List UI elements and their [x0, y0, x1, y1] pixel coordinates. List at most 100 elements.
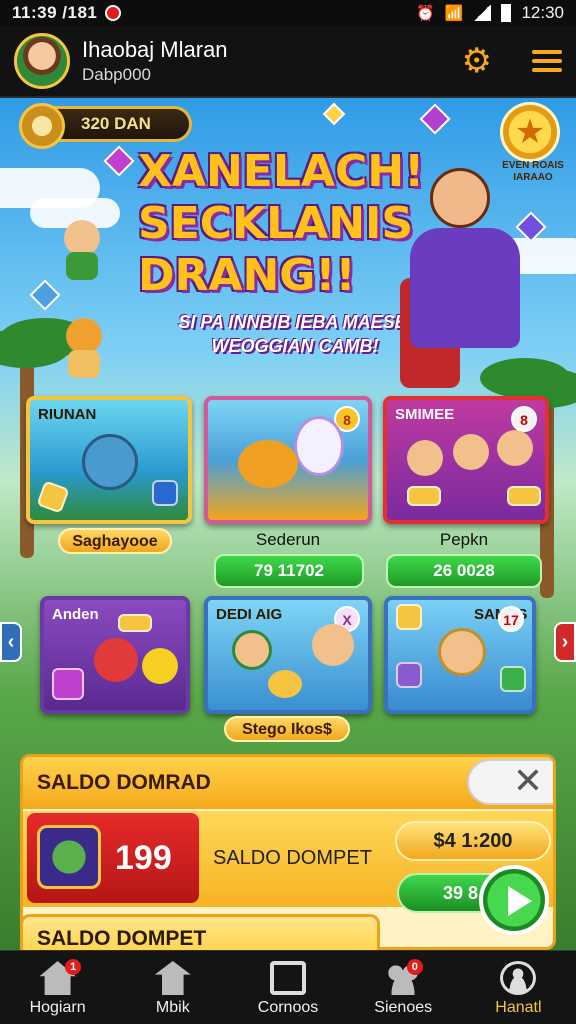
header-actions: ⚙ [462, 44, 562, 78]
wallet-avatar-icon [37, 825, 101, 889]
game-card-title: SMIMEE [395, 406, 455, 423]
status-bar: 11:39 /181 ⏰ 📶 12:30 [0, 0, 576, 26]
wallet-panel-secondary: SALDO DOMPET [20, 914, 380, 950]
wallet-count: 199 [115, 839, 172, 877]
bottom-nav: 1 Hogiarn Mbik Cornoos 0 Sienoes Hanatl [0, 950, 576, 1024]
game-card-badge: 17 [498, 606, 524, 632]
battery-icon [501, 4, 512, 22]
user-info: Ihaobaj Mlaran Dabp000 [82, 37, 228, 85]
clown-character [94, 638, 138, 682]
game-card-badge: 8 [511, 406, 537, 432]
kid-character [407, 440, 443, 476]
gem-icon [103, 145, 135, 177]
banner-title-line2: SECKLANIS [138, 198, 414, 249]
wallet-label: SALDO DOMPET [213, 847, 372, 869]
game-card[interactable]: SMIMEE 8 [383, 396, 549, 524]
play-icon[interactable] [479, 865, 549, 935]
nav-item-profile[interactable]: Hanatl [461, 951, 576, 1024]
game-caption: Saghayooe [58, 528, 172, 554]
wifi-icon: 📶 [444, 5, 464, 22]
game-play-button[interactable]: 26 0028 [386, 554, 542, 588]
nav-label: Mbik [155, 999, 190, 1016]
nav-label: Hanatl [495, 999, 542, 1016]
game-card[interactable]: SAMES 17 [384, 596, 536, 714]
kid-character [497, 430, 533, 466]
shop-icon [154, 961, 191, 995]
nav-label: Hogiarn [29, 999, 86, 1016]
scroll-left-arrow[interactable]: ‹ [0, 622, 22, 662]
pumpkin-character [238, 440, 298, 488]
block-icon [396, 604, 422, 630]
explorer-character [438, 628, 486, 676]
nav-item-home[interactable]: 1 Hogiarn [0, 951, 115, 1024]
nav-label: Cornoos [257, 999, 319, 1016]
game-caption: Pepkn [439, 530, 489, 549]
game-card-title: Anden [52, 606, 99, 623]
coin-amount: 320 DAN [81, 114, 151, 133]
wallet-header: SALDO DOMRAD ✕ [23, 757, 553, 809]
block-icon [396, 662, 422, 688]
nav-label: Sienoes [374, 999, 433, 1016]
boy-character [312, 624, 354, 666]
sun-character [142, 648, 178, 684]
wolf-character [82, 434, 138, 490]
gold-bar-icon [507, 486, 541, 506]
game-caption: Sederun [255, 530, 321, 549]
game-card-title: DEDI AIG [216, 606, 283, 623]
fox-character [54, 308, 114, 378]
gold-bar-icon [407, 486, 441, 506]
star-sparkle-icon [322, 102, 346, 126]
alarm-icon: ⏰ [416, 5, 435, 22]
gem-icon [419, 103, 451, 135]
wallet-footer-label: SALDO DOMPET [37, 927, 207, 950]
star-icon [36, 480, 70, 514]
nav-badge: 1 [65, 959, 82, 975]
coin-icon [268, 670, 302, 698]
banner-title-line3: DRANG!! [138, 250, 356, 301]
avatar[interactable] [14, 33, 70, 89]
star-icon[interactable]: ★ [500, 102, 560, 162]
game-card-title: RIUNAN [38, 406, 97, 423]
elf-character [52, 210, 112, 280]
user-subtitle: Dabp000 [82, 65, 152, 84]
game-caption: Stego Ikos$ [224, 716, 350, 742]
status-icons: ⏰ 📶 12:30 [416, 3, 564, 23]
elf-character [232, 630, 272, 670]
game-card[interactable]: 8 [204, 396, 372, 524]
cat-character [294, 416, 344, 476]
wallet-amount[interactable]: $4 1:200 [395, 821, 551, 861]
username: Ihaobaj Mlaran [82, 37, 228, 62]
game-card[interactable]: Anden [40, 596, 190, 714]
hamburger-menu-icon[interactable] [532, 45, 562, 77]
scroll-right-arrow[interactable]: › [554, 622, 576, 662]
game-card[interactable]: DEDI AIG X [204, 596, 372, 714]
banner-title-line1: XANELACH! [138, 146, 425, 197]
game-play-button[interactable]: 79 11702 [214, 554, 364, 588]
gold-bar-icon [118, 614, 152, 632]
nav-badge: 0 [406, 959, 423, 975]
profile-icon [500, 961, 537, 995]
banner-subtitle: SI PA INNBIB IEBA MAESEI WEOGGIAN CAMB! [178, 312, 412, 356]
hero-character [400, 168, 530, 388]
app-header: Ihaobaj Mlaran Dabp000 ⚙ [0, 26, 576, 98]
star-tile-icon [52, 668, 84, 700]
coin-balance[interactable]: 320 DAN [19, 103, 192, 149]
kid-character [453, 434, 489, 470]
status-time: 11:39 /181 [12, 3, 98, 22]
dice-icon [152, 480, 178, 506]
game-card[interactable]: RIUNAN [26, 396, 192, 524]
gear-icon[interactable]: ⚙ [462, 44, 492, 78]
banner-title: XANELACH! SECKLANIS DRANG!! [138, 146, 438, 302]
close-icon[interactable]: ✕ [467, 759, 553, 805]
wallet-title: SALDO DOMRAD [37, 771, 211, 794]
block-icon [500, 666, 526, 692]
main-content: 320 DAN ★ EVEN ROAIS IARAAO XANELACH! SE… [0, 98, 576, 950]
notification-icon [105, 5, 122, 21]
nav-item-cornoos[interactable]: Cornoos [230, 951, 345, 1024]
nav-item-sienoes[interactable]: 0 Sienoes [346, 951, 461, 1024]
nav-item-mbik[interactable]: Mbik [115, 951, 230, 1024]
square-icon [270, 961, 306, 995]
coin-icon [19, 103, 65, 149]
signal-icon [473, 5, 492, 21]
status-clock: 12:30 [521, 3, 564, 22]
